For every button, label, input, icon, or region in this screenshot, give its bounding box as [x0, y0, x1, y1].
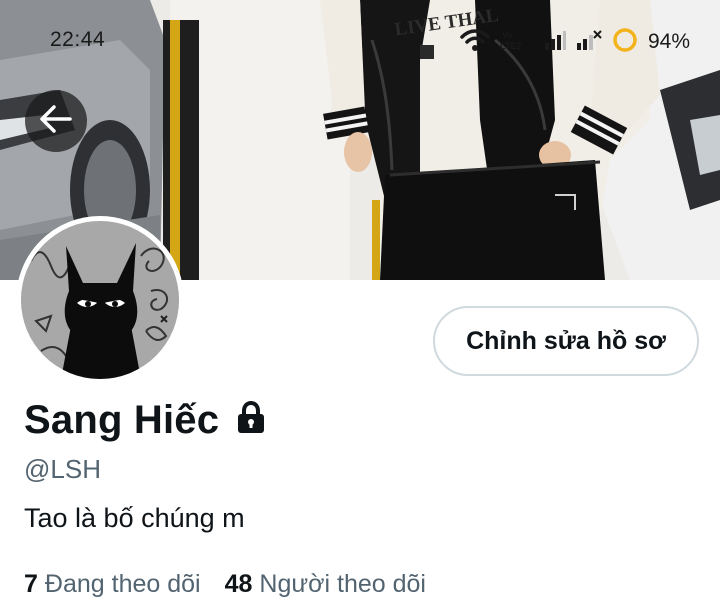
follow-stats: 7 Đang theo dõi 48 Người theo dõi	[24, 570, 426, 599]
wifi-icon	[460, 28, 490, 57]
signal-icon	[544, 29, 566, 56]
following-link[interactable]: 7 Đang theo dõi	[24, 570, 201, 599]
volte-icon: Vo LTE2	[500, 28, 534, 57]
following-label: Đang theo dõi	[44, 570, 201, 598]
battery-ring-icon	[612, 27, 638, 58]
avatar-black-cat-image	[21, 221, 179, 379]
bio: Tao là bố chúng m	[24, 503, 245, 533]
status-bar: 22:44 Vo LTE2 94%	[0, 26, 720, 58]
battery-percent: 94%	[647, 30, 690, 53]
handle: @LSH	[24, 454, 101, 484]
status-icons: Vo LTE2 94%	[460, 26, 690, 58]
edit-profile-button[interactable]: Chỉnh sửa hồ sơ	[433, 306, 699, 376]
display-name-row: Sang Hiếc	[24, 398, 267, 443]
svg-text:Vo: Vo	[502, 30, 513, 40]
svg-text:LTE2: LTE2	[500, 41, 521, 51]
arrow-left-icon	[39, 104, 73, 139]
display-name: Sang Hiếc	[24, 398, 220, 442]
lock-icon	[235, 400, 267, 440]
followers-count: 48	[224, 570, 253, 598]
following-count: 7	[24, 570, 38, 598]
signal-icon	[576, 29, 602, 56]
status-time: 22:44	[50, 28, 106, 51]
followers-label: Người theo dõi	[259, 570, 426, 598]
avatar[interactable]	[16, 216, 184, 384]
profile-screen: LIVE THAL 22:44 Vo LTE2 94% Chỉnh sửa hồ…	[0, 0, 720, 616]
back-button[interactable]	[25, 90, 87, 152]
followers-link[interactable]: 48 Người theo dõi	[225, 570, 426, 599]
